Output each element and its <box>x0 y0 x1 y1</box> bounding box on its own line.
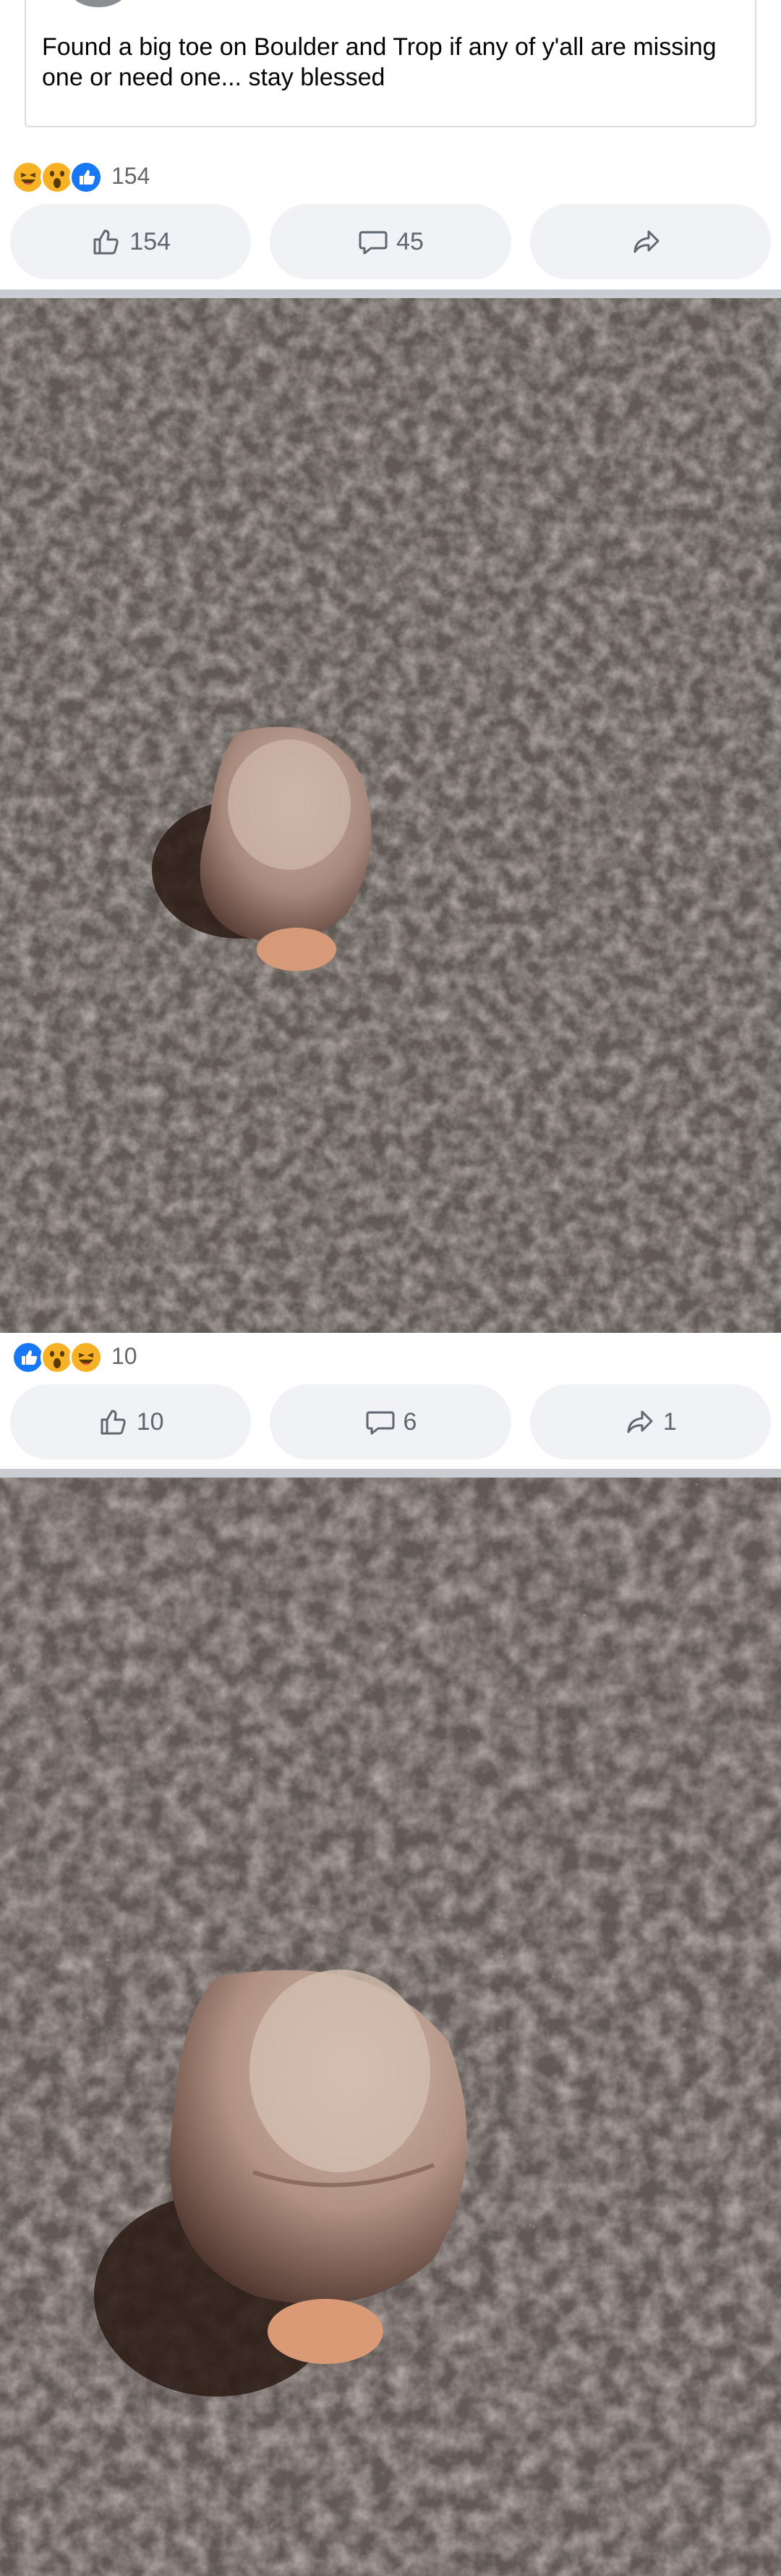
reactions-count: 10 <box>111 1342 137 1369</box>
thumbs-up-icon <box>101 1410 126 1435</box>
section-divider <box>0 289 781 298</box>
photo-reactions-summary[interactable]: 10 <box>12 1338 137 1374</box>
avatar[interactable] <box>69 0 127 7</box>
comment-bubble-icon <box>366 1411 395 1435</box>
comment-bubble-icon <box>359 231 388 255</box>
haha-reaction-icon <box>69 1341 103 1374</box>
like-count: 154 <box>129 227 171 255</box>
reaction-icons <box>12 1338 104 1374</box>
reaction-icons <box>12 158 104 194</box>
post-action-bar: 154 45 <box>10 204 771 279</box>
comment-count: 45 <box>396 227 424 255</box>
share-arrow-icon <box>633 230 660 253</box>
like-button[interactable]: 154 <box>10 204 252 279</box>
post-reactions-summary[interactable]: 154 <box>12 158 150 194</box>
post-text-card: Found a big toe on Boulder and Trop if a… <box>25 0 756 127</box>
comment-count: 6 <box>403 1407 417 1436</box>
thumbs-up-icon <box>93 229 119 255</box>
share-button[interactable]: 1 <box>529 1384 771 1459</box>
section-divider <box>0 1469 781 1478</box>
post-photo[interactable] <box>0 1478 781 2576</box>
like-button[interactable]: 10 <box>10 1384 252 1459</box>
share-count: 1 <box>662 1407 677 1436</box>
share-arrow-icon <box>627 1410 653 1433</box>
comment-button[interactable]: 6 <box>270 1384 511 1459</box>
comment-button[interactable]: 45 <box>270 204 511 279</box>
like-count: 10 <box>136 1407 164 1436</box>
reactions-count: 154 <box>111 162 150 189</box>
share-button[interactable] <box>529 204 771 279</box>
photo-action-bar: 10 6 1 <box>10 1384 771 1459</box>
like-reaction-icon <box>69 161 103 194</box>
post-text: Found a big toe on Boulder and Trop if a… <box>42 33 717 91</box>
post-photo[interactable] <box>0 298 781 1333</box>
